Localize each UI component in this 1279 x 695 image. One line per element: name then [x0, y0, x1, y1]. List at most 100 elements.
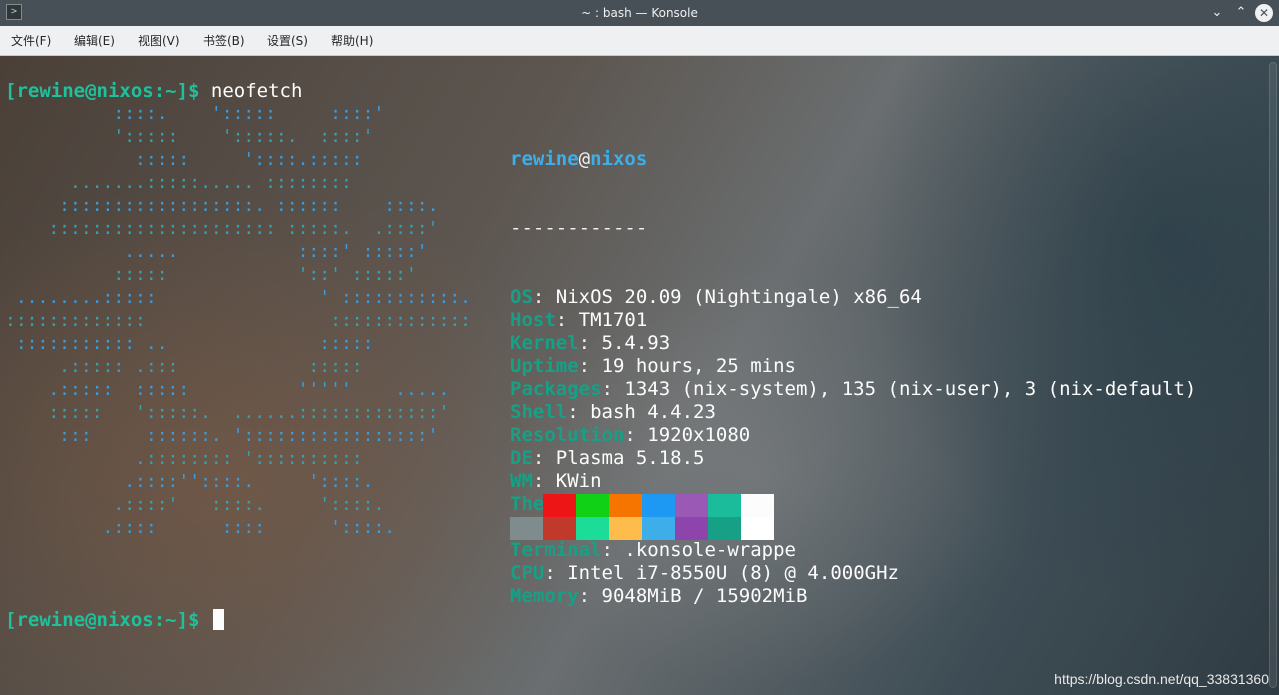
- info-row-terminal: Terminal: .konsole-wrappe: [510, 539, 1196, 562]
- info-colon: :: [555, 309, 579, 331]
- palette-swatch: [543, 517, 576, 540]
- palette-swatch: [741, 517, 774, 540]
- info-key: Uptime: [510, 355, 579, 377]
- info-row-uptime: Uptime: 19 hours, 25 mins: [510, 355, 1196, 378]
- info-row-memory: Memory: 9048MiB / 15902MiB: [510, 585, 1196, 608]
- logo-line: '::::: ':::::. ::::': [5, 126, 374, 147]
- prompt: [rewine@nixos:~]$: [5, 80, 200, 102]
- logo-line: .:::: :::: '::::.: [5, 517, 396, 538]
- logo-line: .::::: .::: :::::: [5, 356, 363, 377]
- user-host-line: rewine@nixos: [510, 148, 1196, 171]
- minimize-button[interactable]: ⌄: [1207, 3, 1227, 23]
- palette-swatch: [510, 494, 543, 517]
- info-row-wm: WM: KWin: [510, 470, 1196, 493]
- at-sign: @: [578, 148, 591, 170]
- info-row-os: OS: NixOS 20.09 (Nightingale) x86_64: [510, 286, 1196, 309]
- info-row-cpu: CPU: Intel i7-8550U (8) @ 4.000GHz: [510, 562, 1196, 585]
- palette-swatch: [675, 494, 708, 517]
- info-key: Resolution: [510, 424, 625, 446]
- scrollbar[interactable]: [1269, 62, 1277, 688]
- nixos-ascii-logo: ::::. '::::: ::::' '::::: ':::::. ::::' …: [5, 102, 471, 539]
- info-colon: :: [601, 539, 625, 561]
- palette-swatch: [510, 517, 543, 540]
- menu-edit[interactable]: 编辑(E): [74, 26, 115, 56]
- info-colon: :: [578, 332, 602, 354]
- logo-line: .::::''::::. '::::.: [5, 471, 374, 492]
- text-cursor: [212, 609, 224, 630]
- info-row-kernel: Kernel: 5.4.93: [510, 332, 1196, 355]
- info-value: Intel i7-8550U (8) @ 4.000GHz: [567, 562, 899, 584]
- info-value: .konsole-wrappe: [624, 539, 796, 561]
- info-key: Kernel: [510, 332, 579, 354]
- terminal-area[interactable]: [rewine@nixos:~]$ neofetch ::::. '::::: …: [0, 56, 1279, 695]
- logo-line: ........::::: ' :::::::::::.: [5, 287, 471, 308]
- menu-settings[interactable]: 设置(S): [267, 26, 308, 56]
- info-key: Terminal: [510, 539, 602, 561]
- command-text: neofetch: [210, 80, 303, 102]
- menu-file[interactable]: 文件(F): [11, 26, 51, 56]
- logo-line: .::::: ::::: ''''' .....: [5, 379, 450, 400]
- logo-line: .::::' ::::. '::::.: [5, 494, 385, 515]
- logo-line: ::::::::::::::::::. :::::: ::::.: [5, 195, 439, 216]
- logo-line: ::::: ':::::. ......:::::::::::::': [5, 402, 450, 423]
- info-fields: OS: NixOS 20.09 (Nightingale) x86_64 Host…: [510, 286, 1196, 608]
- menu-help[interactable]: 帮助(H): [331, 26, 373, 56]
- info-key: Memory: [510, 585, 579, 607]
- info-colon: :: [567, 401, 591, 423]
- prompt-line: [rewine@nixos:~]$ neofetch: [5, 79, 302, 103]
- palette-swatch: [642, 517, 675, 540]
- separator-line: ------------: [510, 217, 648, 239]
- watermark: https://blog.csdn.net/qq_33831360: [1054, 671, 1269, 687]
- info-colon: :: [544, 562, 568, 584]
- logo-line: .:::::::: '::::::::::: [5, 448, 363, 469]
- info-row-packages: Packages: 1343 (nix-system), 135 (nix-us…: [510, 378, 1196, 401]
- logo-line: ::::. '::::: ::::': [5, 103, 385, 124]
- menu-view[interactable]: 视图(V): [138, 26, 180, 56]
- system-info: rewine@nixos ------------ OS: NixOS 20.0…: [510, 102, 1196, 654]
- logo-line: ..... ::::' :::::': [5, 241, 428, 262]
- info-colon: :: [532, 286, 556, 308]
- info-value: Plasma 5.18.5: [555, 447, 705, 469]
- menu-bookmarks[interactable]: 书签(B): [203, 26, 245, 56]
- info-value: 1920x1080: [647, 424, 751, 446]
- user-name: rewine: [510, 148, 579, 170]
- menu-bar: 文件(F) 编辑(E) 视图(V) 书签(B) 设置(S) 帮助(H): [0, 26, 1279, 56]
- palette-swatch: [609, 517, 642, 540]
- maximize-button[interactable]: ⌃: [1231, 3, 1251, 23]
- info-row-shell: Shell: bash 4.4.23: [510, 401, 1196, 424]
- info-colon: :: [578, 585, 602, 607]
- info-key: Shell: [510, 401, 568, 423]
- info-row-resolution: Resolution: 1920x1080: [510, 424, 1196, 447]
- palette-swatch: [708, 494, 741, 517]
- info-colon: :: [578, 355, 602, 377]
- title-bar: > ~ : bash — Konsole ⌄ ⌃ ✕: [0, 0, 1279, 26]
- info-value: 5.4.93: [601, 332, 671, 354]
- info-value: TM1701: [578, 309, 648, 331]
- logo-line: ::::::::::: .. :::::: [5, 333, 374, 354]
- logo-line: ::::::::::::::::::::: :::::. .::::': [5, 218, 439, 239]
- info-key: Host: [510, 309, 556, 331]
- info-value: KWin: [555, 470, 602, 492]
- window-title: ~ : bash — Konsole: [581, 6, 698, 20]
- info-key: DE: [510, 447, 533, 469]
- info-colon: :: [624, 424, 648, 446]
- logo-line: ::::: '::' :::::': [5, 264, 417, 285]
- info-key: OS: [510, 286, 533, 308]
- palette-swatch: [741, 494, 774, 517]
- info-row-host: Host: TM1701: [510, 309, 1196, 332]
- palette-swatch: [543, 494, 576, 517]
- info-key: Packages: [510, 378, 602, 400]
- info-colon: :: [532, 470, 556, 492]
- info-value: 19 hours, 25 mins: [601, 355, 796, 377]
- logo-line: ::: ::::::. ':::::::::::::::::': [5, 425, 439, 446]
- prompt: [rewine@nixos:~]$: [5, 609, 200, 631]
- info-colon: :: [532, 447, 556, 469]
- logo-line: .......:::::..... ::::::::: [5, 172, 352, 193]
- prompt-line-active: [rewine@nixos:~]$: [5, 608, 224, 632]
- palette-swatch: [576, 517, 609, 540]
- close-button[interactable]: ✕: [1255, 4, 1273, 22]
- info-value: bash 4.4.23: [590, 401, 716, 423]
- palette-swatch: [675, 517, 708, 540]
- palette-swatch: [576, 494, 609, 517]
- palette-swatch: [708, 517, 741, 540]
